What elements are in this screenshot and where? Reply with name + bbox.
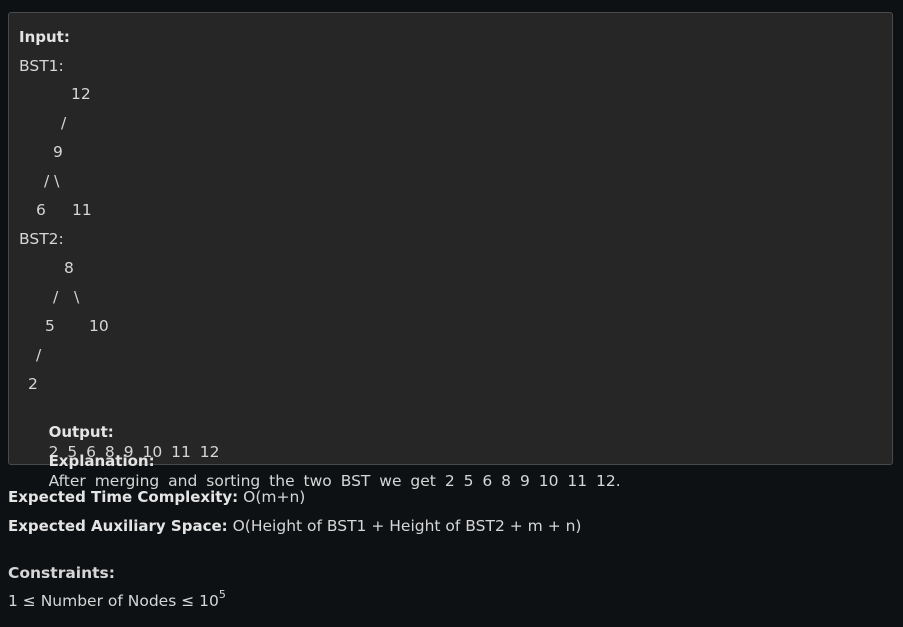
- bst1-label: BST1:: [19, 57, 64, 75]
- bst2-node-8: 8: [64, 259, 74, 277]
- constraints-exponent: 5: [218, 588, 226, 601]
- time-complexity-label: Expected Time Complexity:: [8, 488, 239, 506]
- bst2-edge-left-lower: /: [36, 346, 42, 364]
- bst2-node-10: 10: [89, 317, 109, 335]
- input-label: Input:: [19, 28, 70, 46]
- bst2-edge-right: \: [74, 288, 80, 306]
- bst2-node-5: 5: [45, 317, 55, 335]
- bst1-node-6: 6: [36, 201, 46, 219]
- time-complexity-value: O(m+n): [243, 488, 306, 506]
- space-complexity-line: Expected Auxiliary Space: O(Height of BS…: [8, 516, 581, 536]
- bst2-node-2: 2: [28, 375, 38, 393]
- explanation-label: Explanation:: [48, 452, 155, 470]
- bst1-node-11: 11: [72, 201, 92, 219]
- constraints-line: 1 ≤ Number of Nodes ≤ 105: [8, 588, 226, 611]
- bst2-edge-left: /: [53, 288, 59, 306]
- bst2-label: BST2:: [19, 230, 64, 248]
- bst1-node-9: 9: [53, 143, 63, 161]
- space-complexity-value: O(Height of BST1 + Height of BST2 + m + …: [232, 517, 582, 535]
- constraints-text: 1 ≤ Number of Nodes ≤ 10: [8, 592, 219, 610]
- space-complexity-label: Expected Auxiliary Space:: [8, 517, 228, 535]
- bst1-edges: / \: [44, 172, 60, 190]
- problem-page: Input: BST1: 12 / 9 / \ 6 11 BST2: 8 / \…: [0, 0, 903, 627]
- time-complexity-line: Expected Time Complexity: O(m+n): [8, 487, 305, 507]
- bst1-edge-left: /: [61, 114, 67, 132]
- example-box: Input: BST1: 12 / 9 / \ 6 11 BST2: 8 / \…: [8, 12, 893, 490]
- constraints-label: Constraints:: [8, 564, 115, 582]
- bst1-node-12: 12: [71, 85, 91, 103]
